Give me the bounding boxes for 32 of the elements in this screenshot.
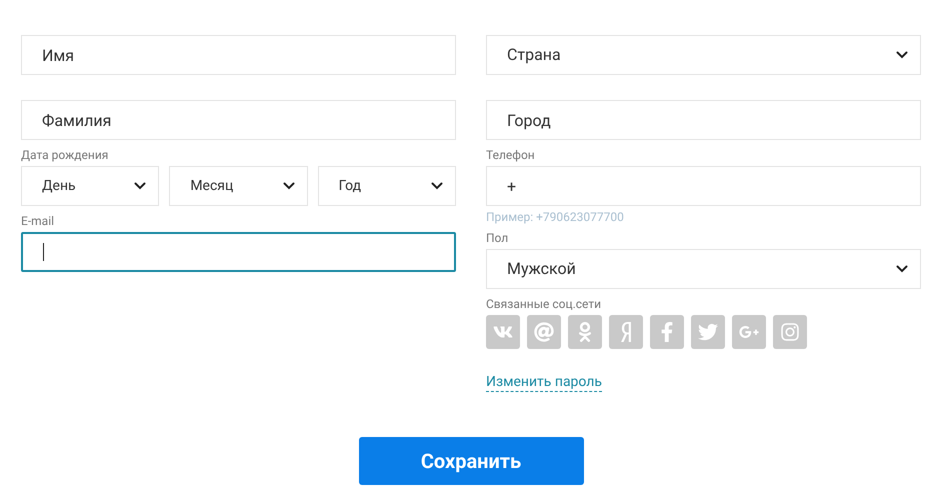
- twitter-icon[interactable]: [691, 315, 725, 349]
- facebook-icon[interactable]: [650, 315, 684, 349]
- chevron-down-icon: [896, 265, 908, 273]
- chevron-down-icon: [134, 182, 146, 190]
- date-select[interactable]: День: [21, 166, 160, 206]
- first-name-field[interactable]: Имя: [21, 35, 456, 75]
- change-password-link[interactable]: Изменить пароль: [486, 374, 602, 392]
- google-plus-icon[interactable]: [732, 315, 766, 349]
- chevron-down-icon: [896, 51, 908, 59]
- field-label: Связанные соц.сети: [486, 297, 602, 311]
- field-label: E-mail: [21, 214, 56, 228]
- chevron-down-icon: [430, 182, 443, 190]
- ya-letter-icon[interactable]: [609, 315, 643, 349]
- at-sign-icon[interactable]: [527, 315, 561, 349]
- save-button[interactable]: Сохранить: [358, 437, 584, 485]
- phone-hint: Пример: +790623077700: [486, 210, 625, 224]
- text-cursor: [43, 243, 44, 261]
- field-label: Телефон: [486, 148, 536, 162]
- city-field[interactable]: Город: [486, 100, 921, 140]
- gender-select[interactable]: Мужской: [486, 249, 921, 289]
- date-select[interactable]: Месяц: [169, 166, 308, 206]
- last-name-field[interactable]: Фамилия: [21, 100, 456, 140]
- odnoklassniki-icon[interactable]: [568, 315, 602, 349]
- date-select[interactable]: Год: [318, 166, 456, 206]
- field-label: Пол: [486, 231, 510, 245]
- country-select[interactable]: Страна: [486, 35, 921, 75]
- email-field[interactable]: [21, 232, 456, 272]
- instagram-icon[interactable]: [773, 315, 807, 349]
- vk-icon[interactable]: [486, 315, 520, 349]
- chevron-down-icon: [282, 182, 295, 190]
- phone-field[interactable]: +: [486, 166, 921, 206]
- field-label: Дата рождения: [21, 148, 110, 162]
